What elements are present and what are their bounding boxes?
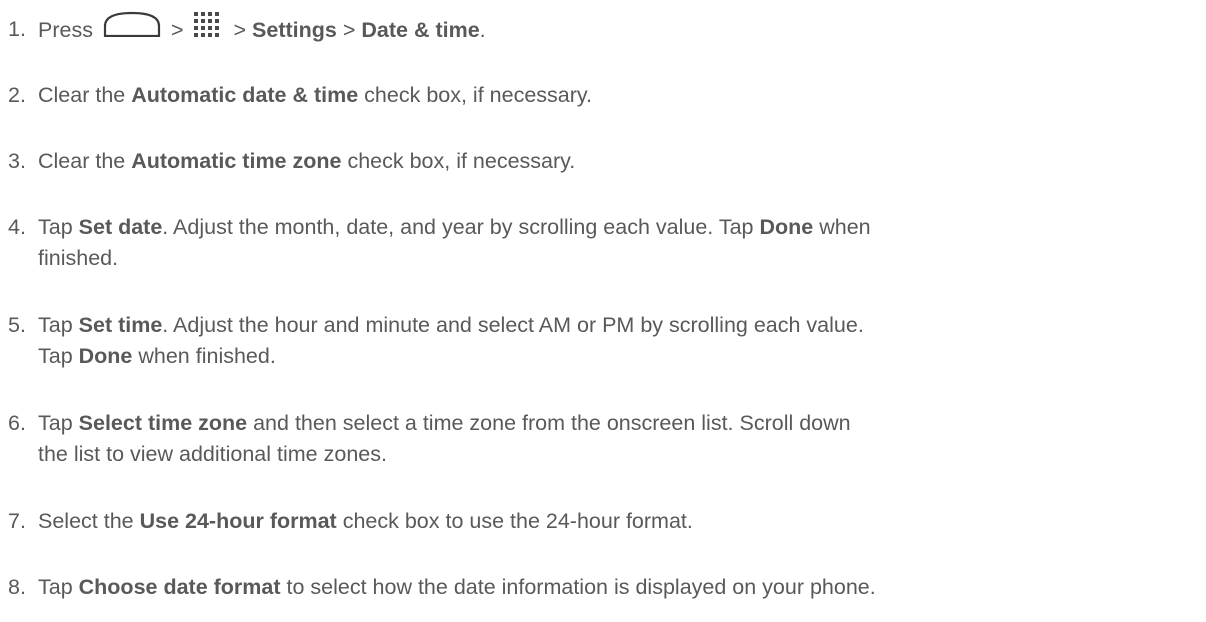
step-text-pre: Clear the [38, 149, 132, 173]
step-text: Clear the Automatic date & time check bo… [38, 80, 1204, 111]
step-text: Clear the Automatic time zone check box,… [38, 146, 1204, 177]
step-text-pre: Tap [38, 215, 79, 239]
step-text-line2-pre: Tap [38, 344, 79, 368]
step-number: 4. [8, 215, 26, 239]
press-label: Press [38, 18, 93, 43]
step-text-line2: the list to view additional time zones. [38, 442, 387, 466]
step-text: Press > > Settings > Date & time. [38, 11, 1204, 49]
step-text-mid: . Adjust the hour and minute and select … [162, 313, 864, 337]
setting-name: Set time [78, 313, 163, 337]
step-text-pre: Clear the [38, 83, 132, 107]
setting-name: Set date [78, 215, 163, 239]
step-text: Tap Set time. Adjust the hour and minute… [38, 310, 1204, 372]
setting-name: Choose date format [78, 575, 281, 599]
step-number: 3. [8, 149, 26, 173]
step-number: 8. [8, 575, 26, 599]
step-text: Tap Choose date format to select how the… [38, 572, 1204, 603]
done-label: Done [759, 215, 814, 239]
separator: > [342, 18, 356, 43]
step-text-pre: Tap [38, 411, 79, 435]
date-time-label: Date & time [361, 18, 480, 43]
setting-name: Automatic time zone [131, 149, 342, 173]
step-text-post: when [813, 215, 871, 239]
step-end: . [479, 18, 486, 43]
step-text-mid: . Adjust the month, date, and year by sc… [162, 215, 760, 239]
step-text: Select the Use 24-hour format check box … [38, 506, 1204, 537]
step-text-post: check box, if necessary. [341, 149, 576, 173]
step-text: Tap Set date. Adjust the month, date, an… [38, 212, 1204, 274]
step-number: 2. [8, 83, 26, 107]
step-text-post: check box to use the 24-hour format. [336, 509, 693, 533]
apps-grid-icon [193, 11, 223, 46]
step-text: Tap Select time zone and then select a t… [38, 408, 1204, 470]
step-text-pre: Select the [38, 509, 140, 533]
step-number: 6. [8, 411, 26, 435]
setting-name: Automatic date & time [131, 83, 359, 107]
step-text-pre: Tap [38, 313, 79, 337]
step-text-post: to select how the date information is di… [280, 575, 876, 599]
separator: > [233, 18, 247, 43]
step-text-pre: Tap [38, 575, 79, 599]
step-text-post: check box, if necessary. [358, 83, 593, 107]
separator: > [170, 18, 184, 43]
step-number: 7. [8, 509, 26, 533]
setting-name: Use 24-hour format [139, 509, 337, 533]
step-text-post: and then select a time zone from the ons… [247, 411, 851, 435]
setting-name: Select time zone [78, 411, 248, 435]
home-icon [103, 11, 161, 46]
step-number: 5. [8, 313, 26, 337]
step-text-line2-post: when finished. [132, 344, 276, 368]
step-text-line2: finished. [38, 246, 119, 270]
step-number: 1. [8, 17, 26, 41]
settings-label: Settings [252, 18, 337, 43]
done-label: Done [78, 344, 133, 368]
